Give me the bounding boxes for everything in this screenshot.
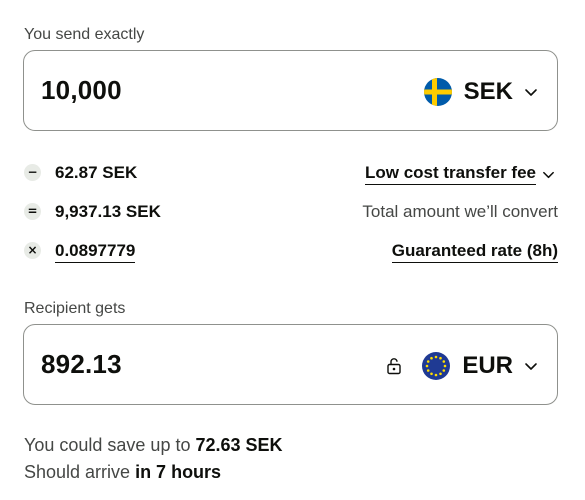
chevron-down-icon <box>525 363 537 370</box>
rate-value[interactable]: 0.0897779 <box>55 241 136 263</box>
fee-type-link[interactable]: Low cost transfer fee <box>365 163 536 185</box>
sweden-flag-icon <box>423 78 452 106</box>
recipient-amount-input[interactable]: 892.13 <box>41 349 122 380</box>
equals-icon: = <box>24 203 41 220</box>
send-currency-code: SEK <box>463 78 513 105</box>
minus-icon: − <box>24 164 41 181</box>
savings-prefix: You could save up to <box>24 435 196 455</box>
rate-row: × 0.0897779 Guaranteed rate (8h) <box>24 238 558 264</box>
savings-text: You could save up to 72.63 SEK <box>24 435 283 456</box>
recipient-currency-code: EUR <box>462 352 513 379</box>
recipient-label: Recipient gets <box>24 300 126 317</box>
convert-label: Total amount we’ll convert <box>362 202 558 221</box>
times-icon: × <box>24 242 41 259</box>
savings-amount: 72.63 SEK <box>195 435 283 455</box>
convert-value: 9,937.13 SEK <box>55 202 161 221</box>
guaranteed-rate-link[interactable]: Guaranteed rate (8h) <box>391 241 558 263</box>
convert-row: = 9,937.13 SEK Total amount we’ll conver… <box>24 199 558 225</box>
recipient-amount-field[interactable]: 892.13 EUR <box>23 324 558 405</box>
fee-row: − 62.87 SEK Low cost transfer fee <box>24 160 558 186</box>
arrival-time: in 7 hours <box>135 462 222 482</box>
send-amount-field[interactable]: 10,000 SEK <box>23 50 558 131</box>
send-currency-select[interactable]: SEK <box>423 75 539 109</box>
fee-value: 62.87 SEK <box>55 163 138 182</box>
send-amount-input[interactable]: 10,000 <box>41 75 122 106</box>
eu-flag-icon <box>422 352 451 380</box>
unlock-icon[interactable] <box>386 357 402 375</box>
recipient-currency-select[interactable]: EUR <box>422 349 539 383</box>
chevron-down-icon[interactable] <box>541 167 556 182</box>
arrival-prefix: Should arrive <box>24 462 136 482</box>
send-label: You send exactly <box>24 26 145 43</box>
arrival-text: Should arrive in 7 hours <box>24 462 221 483</box>
chevron-down-icon <box>525 89 537 96</box>
